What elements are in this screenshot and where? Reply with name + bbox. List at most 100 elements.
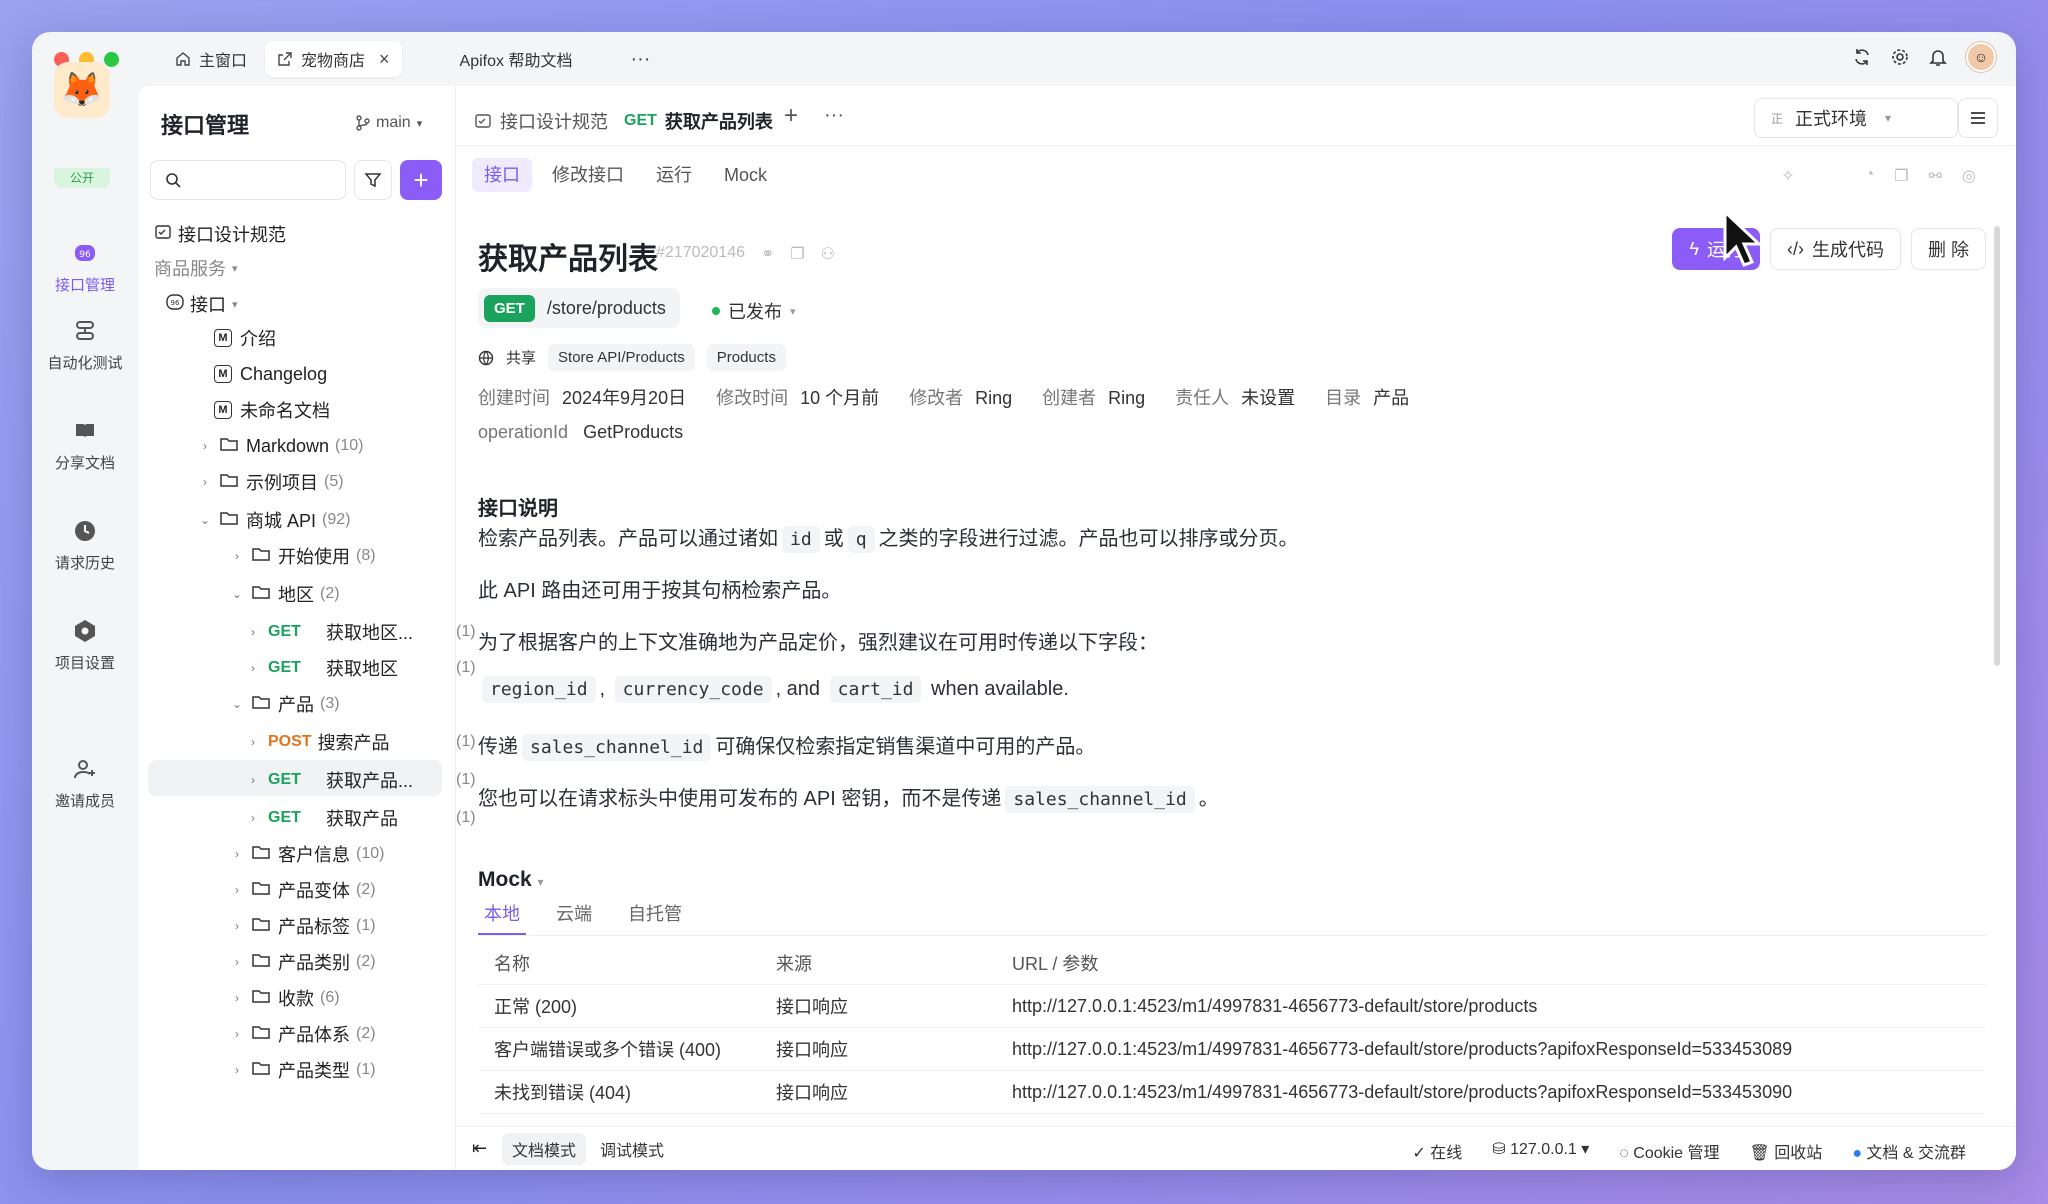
new-tab-button[interactable]: + bbox=[784, 102, 798, 130]
tab-get-products[interactable]: GET 获取产品列表 bbox=[624, 108, 773, 134]
lock-icon[interactable]: ⚇ bbox=[821, 244, 835, 264]
host-selector[interactable]: ⛁ 127.0.0.1 ▾ bbox=[1492, 1139, 1589, 1163]
subtab-run[interactable]: 运行 bbox=[644, 158, 704, 192]
chevron-right-icon[interactable]: › bbox=[230, 549, 244, 563]
bell-icon[interactable] bbox=[1928, 47, 1948, 67]
tag[interactable]: Products bbox=[706, 344, 786, 371]
tree-api-item[interactable]: › GET 获取地区... (1) bbox=[246, 614, 476, 650]
tree-item[interactable]: 96 接口 ▾ bbox=[166, 286, 238, 322]
tree-item[interactable]: 接口设计规范 bbox=[154, 216, 286, 252]
link-icon[interactable]: ⚯ bbox=[1929, 166, 1942, 186]
avatar[interactable]: ☺ bbox=[1966, 42, 1996, 72]
chevron-right-icon[interactable]: › bbox=[246, 735, 260, 749]
tree-item[interactable]: M 介绍 bbox=[214, 320, 276, 356]
more-icon[interactable]: ··· bbox=[630, 48, 650, 71]
window-tab-petstore[interactable]: 宠物商店 × bbox=[265, 41, 402, 77]
settings-icon[interactable]: ◎ bbox=[1962, 166, 1976, 186]
chevron-right-icon[interactable]: › bbox=[246, 661, 260, 675]
chevron-right-icon[interactable]: › bbox=[198, 439, 212, 453]
chevron-right-icon[interactable]: › bbox=[230, 1063, 244, 1077]
filter-button[interactable] bbox=[354, 160, 392, 200]
generate-code-button[interactable]: ‹/› 生成代码 bbox=[1769, 228, 1901, 270]
mock-tab-cloud[interactable]: 云端 bbox=[550, 896, 598, 935]
window-tab-help[interactable]: Apifox 帮助文档 bbox=[408, 41, 585, 77]
cell-url[interactable]: http://127.0.0.1:4523/m1/4997831-4656773… bbox=[1012, 1082, 1986, 1103]
chevron-down-icon[interactable]: ⌄ bbox=[198, 513, 212, 527]
rail-item-settings[interactable]: 项目设置 bbox=[32, 618, 138, 673]
add-button[interactable]: + bbox=[400, 160, 442, 200]
chevron-down-icon[interactable]: ⌄ bbox=[230, 587, 244, 601]
search-input[interactable] bbox=[150, 160, 346, 200]
tree-folder[interactable]: ⌄ 地区 (2) bbox=[230, 576, 340, 612]
chevron-right-icon[interactable]: › bbox=[230, 919, 244, 933]
tree-item[interactable]: M 未命名文档 bbox=[214, 392, 330, 428]
chevron-right-icon[interactable]: › bbox=[230, 955, 244, 969]
debug-mode-button[interactable]: 调试模式 bbox=[590, 1133, 674, 1165]
more-tabs-icon[interactable]: ··· bbox=[824, 104, 844, 127]
tree-folder[interactable]: ⌄ 商城 API (92) bbox=[198, 502, 351, 538]
tree-folder[interactable]: ⌄ 产品 (3) bbox=[230, 686, 340, 722]
chevron-right-icon[interactable]: › bbox=[246, 773, 260, 787]
link-icon[interactable]: ⚭ bbox=[761, 244, 774, 264]
menu-button[interactable] bbox=[1958, 98, 1998, 138]
chevron-right-icon[interactable]: › bbox=[230, 883, 244, 897]
tab-design-spec[interactable]: 接口设计规范 bbox=[474, 108, 608, 134]
table-row[interactable]: 正常 (200) 接口响应 http://127.0.0.1:4523/m1/4… bbox=[478, 985, 1986, 1028]
chevron-right-icon[interactable]: › bbox=[230, 847, 244, 861]
tree-folder[interactable]: › 产品变体 (2) bbox=[230, 872, 376, 908]
tree-api-item[interactable]: › GET 获取产品... (1) bbox=[246, 762, 476, 798]
rail-item-share-docs[interactable]: 分享文档 bbox=[32, 418, 138, 473]
chevron-right-icon[interactable]: › bbox=[230, 991, 244, 1005]
mock-heading[interactable]: Mock ▾ bbox=[478, 868, 544, 892]
community-button[interactable]: ● 文档 & 交流群 bbox=[1852, 1139, 1966, 1163]
copy-icon[interactable]: ❐ bbox=[1894, 166, 1908, 186]
collapse-sidebar-icon[interactable]: ⇤ bbox=[472, 1138, 487, 1159]
tree-folder[interactable]: › 产品标签 (1) bbox=[230, 908, 376, 944]
tree-item[interactable]: M Changelog bbox=[214, 356, 327, 392]
chevron-right-icon[interactable]: › bbox=[198, 475, 212, 489]
online-status[interactable]: ✓ 在线 bbox=[1412, 1139, 1462, 1163]
tree-folder[interactable]: › 示例项目 (5) bbox=[198, 464, 344, 500]
tree-folder[interactable]: › 产品体系 (2) bbox=[230, 1016, 376, 1052]
cookie-button[interactable]: ◌ Cookie 管理 bbox=[1619, 1139, 1719, 1163]
trash-button[interactable]: 🗑 回收站 bbox=[1750, 1139, 1823, 1163]
table-row[interactable]: 未找到错误 (404) 接口响应 http://127.0.0.1:4523/m… bbox=[478, 1071, 1986, 1114]
close-icon[interactable]: × bbox=[379, 49, 390, 70]
chevron-down-icon[interactable]: ⌄ bbox=[230, 697, 244, 711]
tree-folder[interactable]: › 收款 (6) bbox=[230, 980, 340, 1016]
subtab-mock[interactable]: Mock bbox=[712, 158, 779, 192]
rail-item-automation[interactable]: 自动化测试 bbox=[32, 318, 138, 373]
tree-item[interactable]: 商品服务 ▾ bbox=[154, 250, 238, 286]
cell-url[interactable]: http://127.0.0.1:4523/m1/4997831-4656773… bbox=[1012, 996, 1986, 1017]
status-selector[interactable]: 已发布 ▾ bbox=[712, 298, 796, 324]
tree-folder[interactable]: › 产品类别 (2) bbox=[230, 944, 376, 980]
project-logo[interactable]: 🦊 bbox=[54, 62, 110, 118]
tag[interactable]: Store API/Products bbox=[548, 344, 695, 371]
mock-tab-local[interactable]: 本地 bbox=[478, 896, 526, 935]
gear-icon[interactable] bbox=[1890, 47, 1910, 67]
tree-api-item[interactable]: › POST 搜索产品 (1) bbox=[246, 724, 476, 760]
endpoint-box[interactable]: GET /store/products bbox=[478, 288, 680, 328]
copy-icon[interactable]: ❐ bbox=[790, 244, 804, 264]
rail-item-history[interactable]: 请求历史 bbox=[32, 518, 138, 573]
window-tab-main[interactable]: 主窗口 bbox=[163, 41, 259, 77]
tree-api-item[interactable]: › GET 获取产品 (1) bbox=[246, 800, 476, 836]
tree-folder[interactable]: › 客户信息 (10) bbox=[230, 836, 384, 872]
refresh-icon[interactable] bbox=[1852, 47, 1872, 67]
cell-url[interactable]: http://127.0.0.1:4523/m1/4997831-4656773… bbox=[1012, 1039, 1986, 1060]
magic-icon[interactable]: ✧ bbox=[1781, 166, 1794, 186]
environment-selector[interactable]: 正 正式环境 ▾ bbox=[1754, 98, 1958, 138]
table-row[interactable]: 客户端错误或多个错误 (400) 接口响应 http://127.0.0.1:4… bbox=[478, 1028, 1986, 1071]
chevron-right-icon[interactable]: › bbox=[246, 811, 260, 825]
doc-mode-button[interactable]: 文档模式 bbox=[502, 1132, 587, 1165]
rail-item-api[interactable]: 96 接口管理 bbox=[32, 240, 138, 295]
tree-folder[interactable]: › 产品类型 (1) bbox=[230, 1052, 376, 1088]
mock-tab-self-hosted[interactable]: 自托管 bbox=[622, 896, 688, 935]
history-icon[interactable]: ◔ bbox=[1865, 166, 1875, 186]
tree-folder[interactable]: › Markdown (10) bbox=[198, 428, 363, 464]
rail-item-invite[interactable]: 邀请成员 bbox=[32, 756, 138, 811]
chevron-right-icon[interactable]: › bbox=[246, 625, 260, 639]
scrollbar[interactable] bbox=[1994, 226, 2000, 666]
subtab-edit[interactable]: 修改接口 bbox=[540, 158, 636, 192]
zoom-window-button[interactable] bbox=[104, 51, 119, 67]
